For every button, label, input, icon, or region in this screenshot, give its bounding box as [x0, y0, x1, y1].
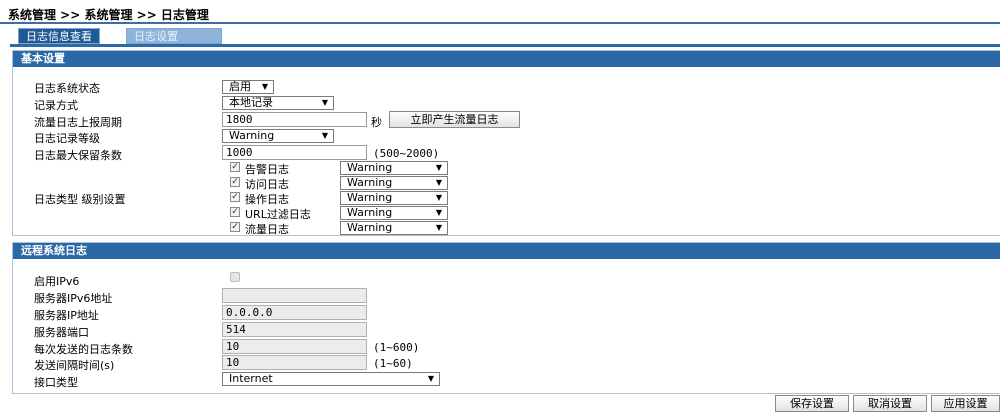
log-level-label: 日志记录等级: [34, 132, 100, 145]
apply-button[interactable]: 应用设置: [931, 395, 1000, 412]
type-checkbox-alert[interactable]: ✓: [230, 162, 240, 172]
report-period-unit: 秒: [371, 116, 382, 129]
log-level-value: Warning: [229, 129, 275, 142]
header-divider: [0, 22, 1000, 24]
type-level-select-url[interactable]: Warning ▼: [340, 206, 448, 220]
tab-log-settings[interactable]: 日志设置: [126, 28, 222, 44]
server-ip-label: 服务器IP地址: [34, 309, 99, 322]
type-level-value: Warning: [347, 206, 393, 219]
log-types-label: 日志类型 级别设置: [34, 193, 126, 206]
chevron-down-icon: ▼: [321, 131, 328, 140]
enable-ipv6-checkbox[interactable]: [230, 272, 240, 282]
type-label-access: 访问日志: [245, 178, 289, 191]
type-level-select-alert[interactable]: Warning ▼: [340, 161, 448, 175]
log-status-value: 启用: [229, 80, 251, 93]
record-mode-value: 本地记录: [229, 96, 273, 109]
chevron-down-icon: ▼: [435, 193, 442, 202]
max-entries-label: 日志最大保留条数: [34, 149, 122, 162]
ipv6-server-input[interactable]: [222, 288, 367, 303]
basic-settings-panel: 基本设置: [12, 50, 1000, 236]
server-port-label: 服务器端口: [34, 326, 89, 339]
send-interval-hint: (1~60): [373, 357, 413, 370]
tab-log-view[interactable]: 日志信息查看: [18, 28, 100, 44]
type-level-value: Warning: [347, 191, 393, 204]
chevron-down-icon: ▼: [427, 374, 434, 383]
max-entries-input[interactable]: 1000: [222, 145, 367, 160]
server-port-input[interactable]: 514: [222, 322, 367, 337]
remote-log-panel: 远程系统日志: [12, 242, 1000, 394]
chevron-down-icon: ▼: [435, 223, 442, 232]
basic-settings-title: 基本设置: [13, 51, 1000, 67]
type-level-value: Warning: [347, 161, 393, 174]
send-interval-label: 发送间隔时间(s): [34, 359, 115, 372]
ipv6-server-label: 服务器IPv6地址: [34, 292, 113, 305]
type-checkbox-operation[interactable]: ✓: [230, 192, 240, 202]
breadcrumb: 系统管理 >> 系统管理 >> 日志管理: [8, 8, 209, 22]
log-status-label: 日志系统状态: [34, 82, 100, 95]
remote-log-title: 远程系统日志: [13, 243, 1000, 259]
interface-type-select[interactable]: Internet ▼: [222, 372, 440, 386]
server-ip-input[interactable]: 0.0.0.0: [222, 305, 367, 320]
type-level-select-access[interactable]: Warning ▼: [340, 176, 448, 190]
chevron-down-icon: ▼: [321, 98, 328, 107]
chevron-down-icon: ▼: [261, 82, 268, 91]
send-count-hint: (1~600): [373, 341, 420, 354]
enable-ipv6-label: 启用IPv6: [34, 275, 80, 288]
interface-type-value: Internet: [229, 372, 273, 385]
cancel-button[interactable]: 取消设置: [853, 395, 927, 412]
generate-traffic-log-button[interactable]: 立即产生流量日志: [389, 111, 520, 128]
type-checkbox-traffic[interactable]: ✓: [230, 222, 240, 232]
record-mode-select[interactable]: 本地记录 ▼: [222, 96, 334, 110]
type-level-select-traffic[interactable]: Warning ▼: [340, 221, 448, 235]
log-status-select[interactable]: 启用 ▼: [222, 80, 274, 94]
send-count-label: 每次发送的日志条数: [34, 343, 133, 356]
type-label-url: URL过滤日志: [245, 208, 311, 221]
report-period-input[interactable]: 1800: [222, 112, 367, 127]
type-level-select-operation[interactable]: Warning ▼: [340, 191, 448, 205]
chevron-down-icon: ▼: [435, 163, 442, 172]
save-button[interactable]: 保存设置: [775, 395, 849, 412]
send-count-input[interactable]: 10: [222, 339, 367, 354]
tab-underline: [10, 44, 1000, 47]
type-level-value: Warning: [347, 221, 393, 234]
send-interval-input[interactable]: 10: [222, 355, 367, 370]
record-mode-label: 记录方式: [34, 99, 78, 112]
type-level-value: Warning: [347, 176, 393, 189]
log-level-select[interactable]: Warning ▼: [222, 129, 334, 143]
max-entries-hint: (500~2000): [373, 147, 440, 160]
type-label-traffic: 流量日志: [245, 223, 289, 236]
type-label-alert: 告警日志: [245, 163, 289, 176]
interface-type-label: 接口类型: [34, 376, 78, 389]
chevron-down-icon: ▼: [435, 208, 442, 217]
type-checkbox-access[interactable]: ✓: [230, 177, 240, 187]
type-label-operation: 操作日志: [245, 193, 289, 206]
report-period-label: 流量日志上报周期: [34, 116, 122, 129]
type-checkbox-url[interactable]: ✓: [230, 207, 240, 217]
chevron-down-icon: ▼: [435, 178, 442, 187]
